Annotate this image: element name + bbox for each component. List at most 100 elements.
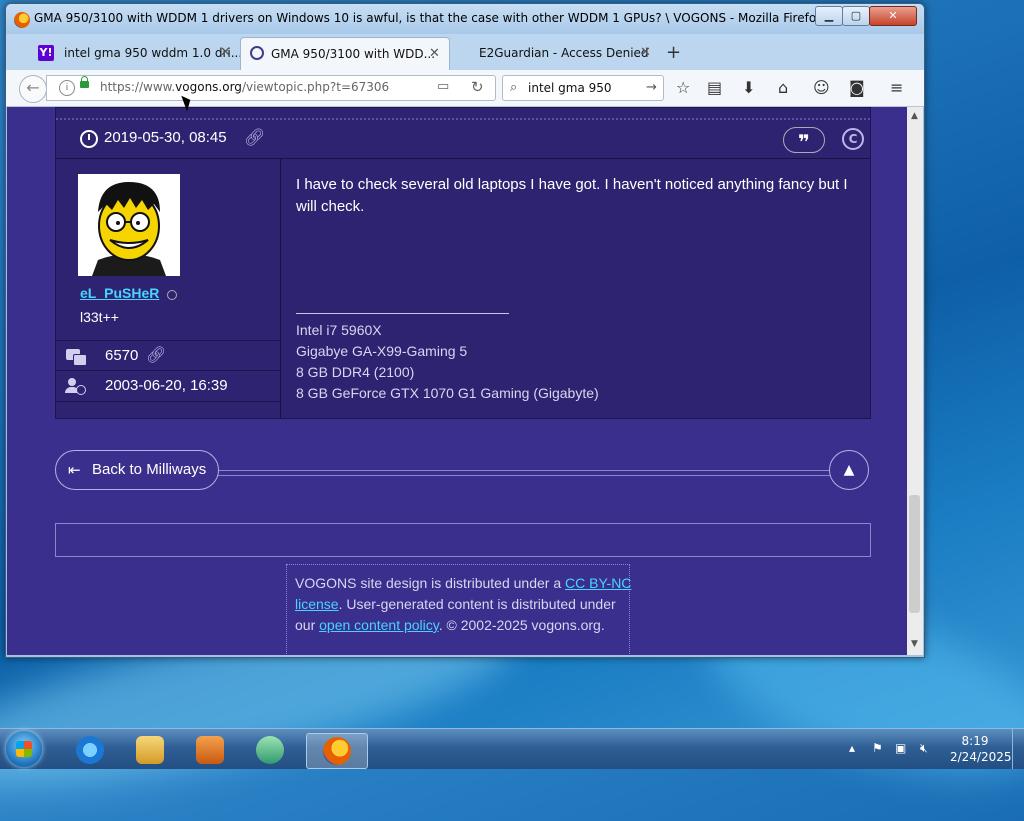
link-icon[interactable]: 🔗︎ [146, 345, 166, 364]
tab-vogons-thread[interactable]: GMA 950/3100 with WDD... ✕ [240, 37, 450, 70]
bookmarks-library-icon[interactable]: ▤ [707, 78, 722, 97]
scroll-down-icon[interactable]: ▼ [911, 639, 918, 649]
search-icon: ⌕ [510, 80, 518, 95]
page-viewport: 2019-05-30, 08:45 🔗︎ ❞ C eL_PuSHeR l33t+… [7, 107, 907, 655]
clock-date: 2/24/2025 [950, 750, 1012, 764]
clock-icon [80, 130, 98, 148]
info-icon[interactable]: i [59, 80, 75, 96]
minimize-button[interactable]: ▁ [815, 6, 843, 26]
lock-icon [80, 76, 89, 88]
signature-line: Gigabye GA-X99-Gaming 5 [296, 343, 468, 359]
cc-license-link[interactable]: CC BY-NC [565, 575, 631, 591]
signature: Intel i7 5960X Gigabye GA-X99-Gaming 5 8… [296, 320, 599, 404]
home-icon[interactable]: ⌂ [778, 78, 788, 97]
internet-explorer-icon [76, 736, 104, 764]
taskbar-media-player[interactable] [183, 733, 237, 767]
joined-row: 2003-06-20, 16:39 [56, 370, 280, 402]
avatar-image [78, 174, 180, 276]
post-count: 6570 [105, 347, 139, 364]
user-rank: l33t++ [80, 309, 119, 325]
firefox-icon [323, 737, 351, 765]
bookmark-star-icon[interactable]: ☆ [676, 78, 690, 97]
network-icon[interactable]: ▣ [895, 741, 906, 755]
reader-view-icon[interactable]: ▭ [437, 79, 449, 94]
system-clock[interactable]: 8:19 2/24/2025 [950, 733, 1012, 765]
taskbar-firefox[interactable] [306, 733, 368, 769]
post-date: 2019-05-30, 08:45 [104, 129, 227, 146]
show-desktop-button[interactable] [1012, 729, 1024, 769]
back-arrow-icon: ⇤ [68, 462, 81, 479]
new-tab-button[interactable]: + [666, 42, 681, 63]
close-tab-icon[interactable]: ✕ [220, 45, 231, 60]
show-hidden-icons[interactable]: ▴ [849, 741, 855, 755]
tab-label: intel gma 950 wddm 1.0 dri... [64, 46, 243, 60]
online-status-icon [167, 290, 177, 300]
tab-yahoo-search[interactable]: Y! intel gma 950 wddm 1.0 dri... ✕ [34, 37, 243, 69]
window-title: GMA 950/3100 with WDDM 1 drivers on Wind… [34, 11, 823, 25]
url-bar[interactable]: i https://www.vogons.org/viewtopic.php?t… [46, 75, 496, 101]
back-to-forum-button[interactable]: ⇤ Back to Milliways [55, 450, 219, 490]
scroll-up-icon[interactable]: ▲ [911, 111, 918, 121]
tab-label: E2Guardian - Access Denied [479, 46, 649, 60]
username-link[interactable]: eL_PuSHeR [80, 285, 159, 301]
divider-line [215, 470, 835, 476]
signature-divider [296, 313, 509, 314]
search-input[interactable]: intel gma 950 [528, 81, 612, 95]
signature-line: 8 GB DDR4 (2100) [296, 364, 415, 380]
scrollbar-thumb[interactable] [909, 495, 920, 613]
jump-row: ⇤ Back to Milliways ▲ [55, 450, 869, 492]
taskbar: ▴ ⚑ ▣ 🔇︎ 8:19 2/24/2025 [0, 728, 1024, 769]
post-body: I have to check several old laptops I ha… [296, 176, 848, 215]
quote-button[interactable]: ❞ [783, 127, 825, 154]
posts-icon [66, 349, 87, 366]
app-icon [256, 736, 284, 764]
taskbar-file-explorer[interactable] [123, 733, 177, 767]
link-icon[interactable]: 🔗︎ [244, 128, 266, 148]
content-policy-link[interactable]: open content policy [319, 617, 439, 633]
pocket-icon[interactable]: ◙ [849, 78, 865, 97]
post-count-row: 6570 🔗︎ [56, 340, 280, 371]
signature-line: Intel i7 5960X [296, 322, 382, 338]
clock-time: 8:19 [961, 734, 989, 748]
firefox-icon [14, 12, 30, 28]
chat-icon[interactable]: ☺ [813, 78, 830, 97]
maximize-button[interactable]: ▢ [842, 6, 870, 26]
post-profile: eL_PuSHeR l33t++ 6570 🔗︎ 2003-06-20, 16:… [56, 158, 281, 418]
start-button[interactable] [6, 731, 42, 767]
forum-post: 2019-05-30, 08:45 🔗︎ ❞ C eL_PuSHeR l33t+… [55, 107, 871, 419]
tab-label: GMA 950/3100 with WDD... [271, 47, 436, 61]
page-scrollbar[interactable]: ▲ ▼ [907, 107, 923, 655]
avatar[interactable] [78, 174, 180, 276]
menu-icon[interactable]: ≡ [890, 78, 903, 97]
license-link[interactable]: license [295, 596, 339, 612]
footer-credit: VOGONS site design is distributed under … [295, 575, 632, 633]
download-icon[interactable]: ⬇ [742, 78, 755, 97]
close-tab-icon[interactable]: ✕ [640, 45, 651, 60]
copyright-icon[interactable]: C [842, 128, 864, 150]
footer-bar [55, 523, 871, 557]
close-button[interactable]: ✕ [869, 6, 917, 26]
reload-icon[interactable]: ↻ [471, 78, 484, 96]
navigation-toolbar: ← i https://www.vogons.org/viewtopic.php… [6, 70, 924, 107]
yahoo-icon: Y! [38, 45, 54, 61]
folder-icon [136, 736, 164, 764]
search-bar[interactable]: ⌕ intel gma 950 → [502, 75, 664, 101]
taskbar-internet-explorer[interactable] [63, 733, 117, 767]
title-bar: GMA 950/3100 with WDDM 1 drivers on Wind… [6, 4, 924, 34]
signature-line: 8 GB GeForce GTX 1070 G1 Gaming (Gigabyt… [296, 385, 599, 401]
tab-e2guardian[interactable]: E2Guardian - Access Denied ✕ [450, 37, 658, 69]
action-center-flag-icon[interactable]: ⚑ [872, 741, 883, 755]
clock-icon [76, 385, 86, 395]
close-tab-icon[interactable]: ✕ [429, 46, 440, 61]
vogons-icon [250, 46, 264, 60]
taskbar-app[interactable] [243, 733, 297, 767]
firefox-window: GMA 950/3100 with WDDM 1 drivers on Wind… [5, 3, 925, 658]
volume-muted-icon[interactable]: 🔇︎ [920, 741, 928, 756]
windows-logo-icon [16, 741, 32, 757]
scroll-to-top-button[interactable]: ▲ [829, 450, 869, 490]
url-text[interactable]: https://www.vogons.org/viewtopic.php?t=6… [100, 80, 389, 94]
post-header: 2019-05-30, 08:45 🔗︎ ❞ C [56, 118, 870, 159]
user-joined-icon [65, 378, 79, 393]
search-go-icon[interactable]: → [646, 80, 657, 95]
back-button[interactable]: ← [19, 75, 47, 103]
